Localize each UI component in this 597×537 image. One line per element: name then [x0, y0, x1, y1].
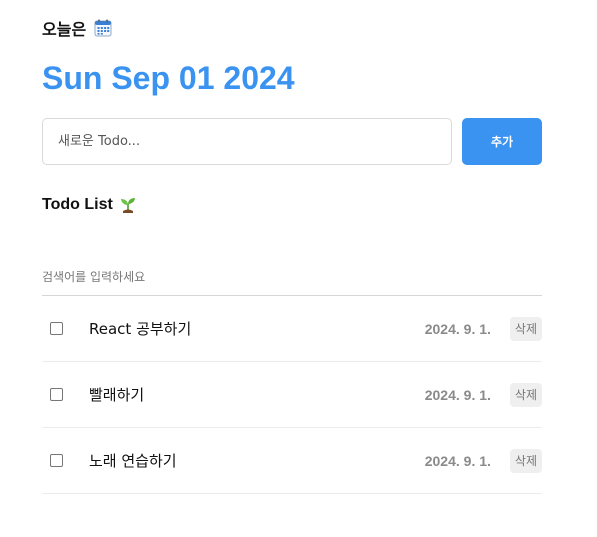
todo-item: 빨래하기 2024. 9. 1. 삭제 — [42, 362, 542, 428]
add-button[interactable]: 추가 — [462, 118, 542, 165]
new-todo-input[interactable] — [42, 118, 452, 165]
delete-button[interactable]: 삭제 — [509, 448, 542, 473]
todo-date: 2024. 9. 1. — [424, 320, 491, 337]
todo-item: React 공부하기 2024. 9. 1. 삭제 — [42, 296, 542, 362]
todo-app: 오늘은 Sun Sep 01 2024 새로운 Todo... 추가 Todo … — [42, 0, 542, 494]
header-label: 오늘은 — [42, 20, 87, 39]
todo-item: 노래 연습하기 2024. 9. 1. 삭제 — [42, 428, 542, 494]
todo-list: React 공부하기 2024. 9. 1. 삭제 빨래하기 2024. 9. … — [42, 296, 542, 494]
todo-checkbox[interactable] — [50, 454, 63, 467]
delete-button[interactable]: 삭제 — [509, 382, 542, 407]
todo-checkbox[interactable] — [50, 388, 63, 401]
list-title-text: Todo List — [42, 196, 113, 213]
todo-date: 2024. 9. 1. — [424, 452, 491, 469]
todo-content: React 공부하기 — [89, 320, 192, 338]
todo-content: 노래 연습하기 — [89, 452, 177, 470]
delete-button[interactable]: 삭제 — [509, 316, 542, 341]
todo-date: 2024. 9. 1. — [424, 386, 491, 403]
current-date: Sun Sep 01 2024 — [42, 60, 295, 96]
sprout-icon — [119, 196, 137, 214]
search-input[interactable] — [42, 266, 542, 296]
todo-editor: 추가 — [42, 118, 542, 165]
todo-content: 빨래하기 — [89, 386, 145, 404]
list-title: Todo List — [42, 194, 542, 216]
calendar-icon — [94, 19, 112, 37]
todo-checkbox[interactable] — [50, 322, 63, 335]
header-subtitle: 오늘은 — [42, 14, 542, 42]
